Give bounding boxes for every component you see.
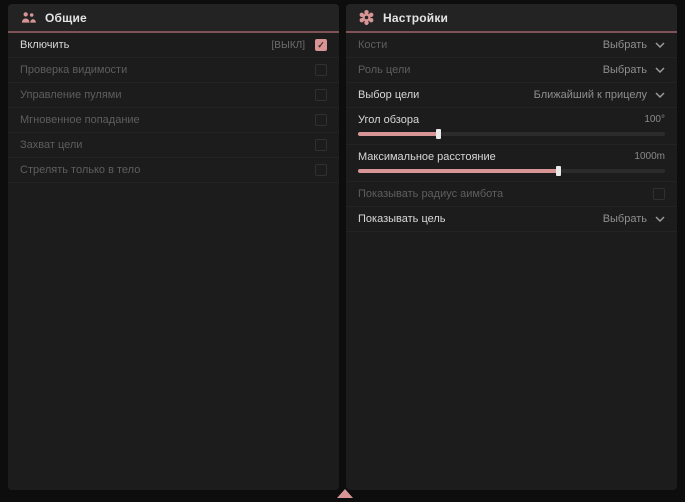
- row-label: Управление пулями: [20, 89, 122, 101]
- toggle-row-enable[interactable]: Включить [ВЫКЛ] ✓: [8, 33, 339, 58]
- dropdown-value: Выбрать: [603, 213, 647, 225]
- dropdown-row-target-role: Роль цели Выбрать: [346, 58, 677, 83]
- row-label: Кости: [358, 39, 387, 51]
- general-panel-header: Общие: [8, 4, 339, 33]
- panel-title: Общие: [45, 11, 87, 25]
- max-distance-slider-thumb[interactable]: [556, 166, 561, 176]
- target-role-dropdown[interactable]: Выбрать: [603, 64, 665, 76]
- fov-slider-thumb[interactable]: [436, 129, 441, 139]
- row-label: Показывать радиус аимбота: [358, 188, 503, 200]
- toggle-row-visibility-check[interactable]: Проверка видимости: [8, 58, 339, 83]
- dropdown-value: Выбрать: [603, 39, 647, 51]
- bones-dropdown[interactable]: Выбрать: [603, 39, 665, 51]
- checkbox-target-lock[interactable]: [315, 139, 327, 151]
- checkbox-instant-hit[interactable]: [315, 114, 327, 126]
- fov-value: 100°: [644, 114, 665, 125]
- chevron-down-icon: [655, 42, 665, 48]
- scroll-up-indicator-icon[interactable]: [337, 489, 353, 498]
- toggle-row-instant-hit[interactable]: Мгновенное попадание: [8, 108, 339, 133]
- dropdown-row-bones: Кости Выбрать: [346, 33, 677, 58]
- fov-slider-fill: [358, 132, 438, 136]
- panel-title: Настройки: [383, 11, 448, 25]
- show-target-dropdown[interactable]: Выбрать: [603, 213, 665, 225]
- slider-row-fov: Угол обзора 100°: [346, 108, 677, 145]
- checkbox-visibility-check[interactable]: [315, 64, 327, 76]
- row-label: Проверка видимости: [20, 64, 127, 76]
- max-distance-slider-fill: [358, 169, 558, 173]
- dropdown-value: Выбрать: [603, 64, 647, 76]
- general-panel: Общие Включить [ВЫКЛ] ✓ Проверка видимос…: [8, 4, 339, 490]
- dropdown-row-target-select: Выбор цели Ближайший к прицелу: [346, 83, 677, 108]
- checkbox-show-aimbot-radius[interactable]: [653, 188, 665, 200]
- toggle-row-target-lock[interactable]: Захват цели: [8, 133, 339, 158]
- toggle-row-body-only[interactable]: Стрелять только в тело: [8, 158, 339, 183]
- row-label: Угол обзора: [358, 114, 419, 126]
- dropdown-value: Ближайший к прицелу: [534, 89, 647, 101]
- chevron-down-icon: [655, 92, 665, 98]
- row-label: Роль цели: [358, 64, 410, 76]
- distance-value: 1000m: [634, 151, 665, 162]
- users-icon: [21, 11, 36, 24]
- row-label: Выбор цели: [358, 89, 419, 101]
- row-label: Включить: [20, 39, 69, 51]
- checkbox-bullet-control[interactable]: [315, 89, 327, 101]
- checkbox-enable[interactable]: ✓: [315, 39, 327, 51]
- row-label: Показывать цель: [358, 213, 446, 225]
- toggle-row-show-aimbot-radius[interactable]: Показывать радиус аимбота: [346, 182, 677, 207]
- row-label: Мгновенное попадание: [20, 114, 140, 126]
- dropdown-row-show-target: Показывать цель Выбрать: [346, 207, 677, 232]
- settings-panel: Настройки Кости Выбрать Роль цели Выбрат…: [346, 4, 677, 490]
- row-label: Стрелять только в тело: [20, 164, 140, 176]
- chevron-down-icon: [655, 216, 665, 222]
- slider-row-max-distance: Максимальное расстояние 1000m: [346, 145, 677, 182]
- checkbox-body-only[interactable]: [315, 164, 327, 176]
- settings-panel-header: Настройки: [346, 4, 677, 33]
- keybind-label[interactable]: [ВЫКЛ]: [272, 40, 305, 51]
- toggle-row-bullet-control[interactable]: Управление пулями: [8, 83, 339, 108]
- target-select-dropdown[interactable]: Ближайший к прицелу: [534, 89, 665, 101]
- fov-slider[interactable]: [358, 132, 665, 136]
- row-label: Максимальное расстояние: [358, 151, 496, 163]
- gear-icon: [359, 10, 374, 25]
- chevron-down-icon: [655, 67, 665, 73]
- max-distance-slider[interactable]: [358, 169, 665, 173]
- row-label: Захват цели: [20, 139, 82, 151]
